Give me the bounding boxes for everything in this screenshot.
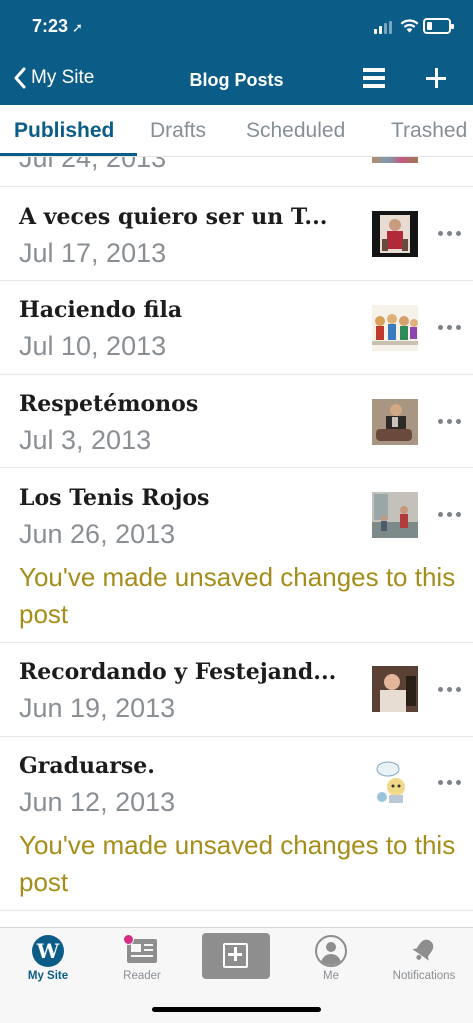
list-spacer <box>0 911 473 927</box>
write-post-icon <box>223 943 248 968</box>
post-date: Jul 10, 2013 <box>19 331 167 361</box>
top-bar: 7:23 ➚ My Site Blog Posts <box>0 0 473 105</box>
post-date: Jun 19, 2013 <box>19 693 176 723</box>
active-tab-indicator <box>0 153 137 156</box>
tab-trashed[interactable]: Trashed <box>391 119 467 143</box>
more-options-button[interactable] <box>438 419 462 425</box>
more-options-button[interactable] <box>438 687 462 693</box>
bell-icon <box>412 939 434 961</box>
post-thumbnail <box>372 211 418 257</box>
post-date: Jul 24, 2013 <box>19 157 167 173</box>
post-title: Graduarse. <box>19 753 155 779</box>
unsaved-changes-warning: You've made unsaved changes to this post <box>19 562 456 629</box>
status-bar: 7:23 ➚ <box>0 0 473 58</box>
post-title: Los Tenis Rojos <box>19 485 210 511</box>
post-date: Jul 3, 2013 <box>19 425 152 455</box>
post-date: Jun 26, 2013 <box>19 519 176 549</box>
post-thumbnail <box>372 666 418 712</box>
post-thumbnail <box>372 305 418 351</box>
more-options-button[interactable] <box>438 512 462 518</box>
tab-scheduled[interactable]: Scheduled <box>246 119 345 143</box>
wordpress-logo-icon: W <box>32 935 64 967</box>
post-thumbnail <box>372 492 418 538</box>
tab-published[interactable]: Published <box>14 119 114 143</box>
battery-icon <box>423 18 454 34</box>
tab-me[interactable]: Me <box>284 928 378 988</box>
status-time-text: 7:23 <box>32 16 69 36</box>
home-indicator <box>152 1007 321 1012</box>
cellular-signal-icon <box>374 21 394 34</box>
post-row[interactable]: Recordando y Festejand... Jun 19, 2013 <box>0 643 473 737</box>
location-arrow-icon: ➚ <box>72 20 83 35</box>
tab-my-site[interactable]: W My Site <box>1 928 95 988</box>
post-date: Jun 12, 2013 <box>19 787 176 817</box>
unsaved-changes-warning: You've made unsaved changes to this post <box>19 830 456 897</box>
post-title: A veces quiero ser un T... <box>19 204 328 230</box>
tab-me-label: Me <box>323 970 339 982</box>
post-date: Jul 17, 2013 <box>19 238 167 268</box>
list-icon[interactable] <box>363 68 385 88</box>
post-title: Haciendo fila <box>19 297 183 323</box>
tab-notifications[interactable]: Notifications <box>377 928 471 988</box>
more-options-button[interactable] <box>438 231 462 237</box>
post-thumbnail <box>372 759 418 805</box>
tab-notifications-label: Notifications <box>392 970 456 982</box>
post-title: Respetémonos <box>19 391 199 417</box>
post-row[interactable]: Respetémonos Jul 3, 2013 <box>0 375 473 468</box>
user-icon <box>315 935 347 967</box>
post-row[interactable]: Haciendo fila Jul 10, 2013 <box>0 281 473 375</box>
post-row[interactable]: Graduarse. Jun 12, 2013 You've made unsa… <box>0 737 473 911</box>
post-list[interactable]: Jul 24, 2013 A veces quiero ser un T... … <box>0 157 473 927</box>
page-title: Blog Posts <box>189 70 284 90</box>
post-filter-tabs: Published Drafts Scheduled Trashed <box>0 105 473 157</box>
post-title: Recordando y Festejand... <box>19 659 337 685</box>
more-options-button[interactable] <box>438 780 462 786</box>
post-thumbnail <box>372 399 418 445</box>
navigation-bar: My Site Blog Posts <box>0 58 473 105</box>
tab-drafts[interactable]: Drafts <box>150 119 206 143</box>
post-thumbnail <box>372 157 418 163</box>
status-time: 7:23 ➚ <box>32 16 83 37</box>
tab-reader[interactable]: Reader <box>95 928 189 988</box>
tab-reader-label: Reader <box>123 970 161 982</box>
unread-indicator-dot <box>123 934 134 945</box>
plus-icon[interactable] <box>424 66 448 90</box>
tab-my-site-label: My Site <box>27 970 69 982</box>
post-row[interactable]: A veces quiero ser un T... Jul 17, 2013 <box>0 187 473 281</box>
write-post-button[interactable] <box>202 933 270 979</box>
wifi-icon <box>400 19 419 33</box>
post-row[interactable]: Los Tenis Rojos Jun 26, 2013 You've made… <box>0 468 473 643</box>
more-options-button[interactable] <box>438 325 462 331</box>
